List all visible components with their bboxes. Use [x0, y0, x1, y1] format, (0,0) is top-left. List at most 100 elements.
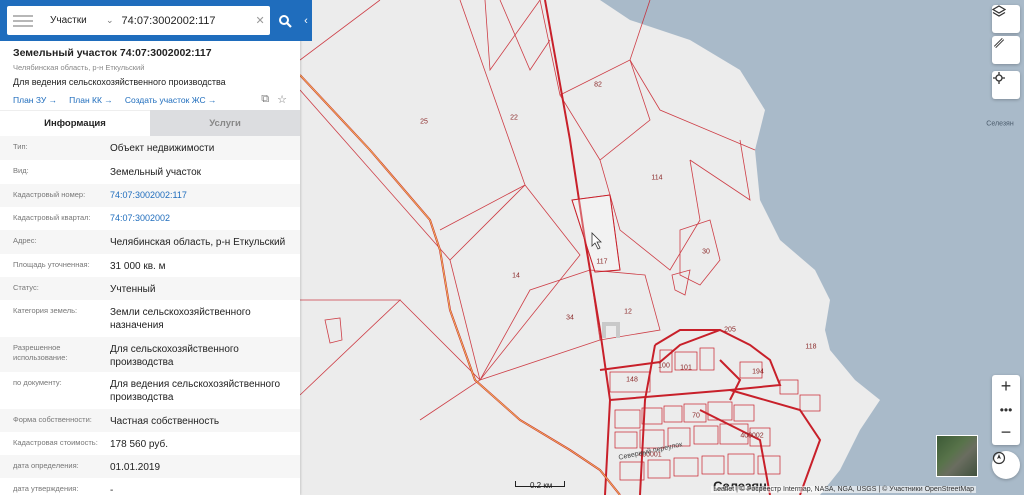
zoom-in-button[interactable]: +: [992, 375, 1020, 398]
tab-bar: Информация Услуги: [0, 110, 300, 136]
parcel-label: 34: [566, 314, 574, 322]
cadastral-number-link[interactable]: 74:07:3002002:117: [110, 190, 290, 207]
chevron-down-icon[interactable]: ⌄: [106, 15, 114, 26]
tab-services[interactable]: Услуги: [150, 110, 300, 136]
highway: [300, 74, 621, 495]
more-icon[interactable]: •••: [992, 398, 1020, 421]
create-parcel-link[interactable]: Создать участок ЖС →: [125, 95, 217, 105]
compass-button[interactable]: [992, 451, 1020, 479]
parcel-label: 114: [651, 174, 663, 182]
attribute-row: Категория земель: Земли сельскохозяйстве…: [0, 300, 300, 337]
attribute-row: Тип: Объект недвижимости: [0, 136, 300, 160]
attribute-label: Кадастровый номер:: [13, 190, 86, 199]
attribute-row: Кадастровая стоимость: 178 560 руб.: [0, 432, 300, 455]
attribute-row: Вид: Земельный участок: [0, 160, 300, 184]
search-box: Участки ⌄ 74:07:3002002:117 ✕: [7, 6, 270, 35]
attribution: Leaflet | © Росреестр Intermap, NASA, NG…: [711, 486, 976, 493]
object-subtitle: Челябинская область, р-н Еткульский: [13, 63, 145, 72]
parcel-label: 118: [805, 343, 817, 351]
star-icon[interactable]: ☆: [277, 93, 287, 106]
attribute-label: по документу:: [13, 378, 62, 387]
attribute-value: Учтенный: [110, 284, 156, 295]
locate-button[interactable]: [992, 71, 1020, 99]
attribute-value: Частная собственность: [110, 416, 220, 427]
crosshair-icon: [993, 72, 1005, 84]
attribute-row: дата утверждения: -: [0, 478, 300, 495]
object-purpose: Для ведения сельскохозяйственного произв…: [13, 77, 226, 87]
object-links: План ЗУ → План КК → Создать участок ЖС →…: [13, 93, 287, 106]
minimap[interactable]: [936, 435, 978, 477]
plan-zu-link[interactable]: План ЗУ →: [13, 95, 57, 105]
attribute-label: дата определения:: [13, 461, 79, 470]
parcel-label: 148: [626, 376, 638, 384]
search-category-select[interactable]: Участки: [50, 15, 104, 26]
parcel-label: 14: [512, 272, 520, 280]
scale-text: 0.2 км: [530, 481, 553, 490]
plan-kk-link[interactable]: План КК →: [69, 95, 113, 105]
attribute-value: Для сельскохозяйственного производства: [110, 344, 239, 368]
parcel-label: 117: [596, 258, 608, 266]
parcel-label: 30: [702, 248, 710, 256]
clear-icon[interactable]: ✕: [256, 14, 265, 27]
parcel-label: 194: [752, 368, 764, 376]
zoom-out-button[interactable]: −: [992, 421, 1020, 444]
search-button[interactable]: [274, 10, 296, 32]
parcel-label: 12: [624, 308, 632, 316]
building-shape: [602, 322, 620, 338]
top-search-bar: Участки ⌄ 74:07:3002002:117 ✕: [0, 0, 300, 41]
compass-icon: [992, 451, 1006, 465]
parcel-label: 82: [594, 81, 602, 89]
attribute-value: Земли сельскохозяйственного назначения: [110, 307, 251, 331]
ruler-icon: [993, 37, 1005, 49]
attribute-label: дата утверждения:: [13, 484, 79, 493]
zoom-controls: + ••• −: [992, 375, 1020, 445]
parcel-label: 22: [510, 114, 518, 122]
sidebar-panel: Участки ⌄ 74:07:3002002:117 ✕ Земельный …: [0, 0, 300, 495]
attribute-label: Статус:: [13, 283, 39, 292]
attribute-label: Разрешенное использование:: [13, 343, 68, 363]
attribute-label: Кадастровый квартал:: [13, 213, 91, 222]
parcel-label: 400002: [740, 432, 764, 440]
hamburger-menu-icon[interactable]: [13, 12, 33, 30]
lake-label: Селезян: [986, 120, 1014, 128]
layers-icon: [992, 5, 1006, 17]
tab-info[interactable]: Информация: [0, 110, 150, 136]
search-input[interactable]: 74:07:3002002:117: [122, 15, 252, 27]
attribute-row: по документу: Для ведения сельскохозяйст…: [0, 372, 300, 409]
parcel-label: 25: [420, 118, 428, 126]
parcel-label: 100: [658, 362, 670, 370]
parcel-label: 70: [692, 412, 700, 420]
parcel-label: 101: [680, 364, 692, 372]
attribute-label: Форма собственности:: [13, 415, 92, 424]
attribute-row: Адрес: Челябинская область, р-н Еткульск…: [0, 230, 300, 254]
attribute-label: Вид:: [13, 166, 29, 175]
attribute-value: 178 560 руб.: [110, 439, 168, 450]
attribute-value: Челябинская область, р-н Еткульский: [110, 237, 286, 248]
attribute-label: Тип:: [13, 142, 28, 151]
document-search-icon[interactable]: ⧉: [261, 93, 269, 106]
chevron-left-icon: ‹: [304, 14, 308, 27]
attribute-row: Площадь уточненная: 31 000 кв. м: [0, 254, 300, 277]
attribute-value: Для ведения сельскохозяйственного произв…: [110, 379, 281, 403]
object-title: Земельный участок 74:07:3002002:117: [13, 47, 212, 59]
map-view[interactable]: 82 25 22 114 117 30 14 12 34 205 118 148…: [300, 0, 1024, 495]
attribute-row: дата определения: 01.01.2019: [0, 455, 300, 478]
map-canvas: [300, 0, 1024, 495]
attribute-label: Кадастровая стоимость:: [13, 438, 98, 447]
ruler-button[interactable]: [992, 36, 1020, 64]
object-header: Земельный участок 74:07:3002002:117 Челя…: [0, 41, 300, 109]
attribute-row: Форма собственности: Частная собственнос…: [0, 409, 300, 432]
parcel-label: 205: [724, 326, 736, 334]
attribute-label: Площадь уточненная:: [13, 260, 90, 269]
attribute-row: Кадастровый номер: 74:07:3002002:117: [0, 184, 300, 207]
attribute-row: Кадастровый квартал: 74:07:3002002: [0, 207, 300, 230]
layers-button[interactable]: [992, 5, 1020, 33]
attribute-row: Статус: Учтенный: [0, 277, 300, 300]
attribute-label: Адрес:: [13, 236, 37, 245]
cadastral-quarter-link[interactable]: 74:07:3002002: [110, 213, 290, 230]
collapse-sidebar-button[interactable]: ‹: [300, 0, 312, 41]
parcel-boundaries: [300, 0, 756, 421]
lake-area: [600, 0, 1024, 495]
attribute-value: Земельный участок: [110, 167, 202, 178]
attribute-label: Категория земель:: [13, 306, 78, 315]
